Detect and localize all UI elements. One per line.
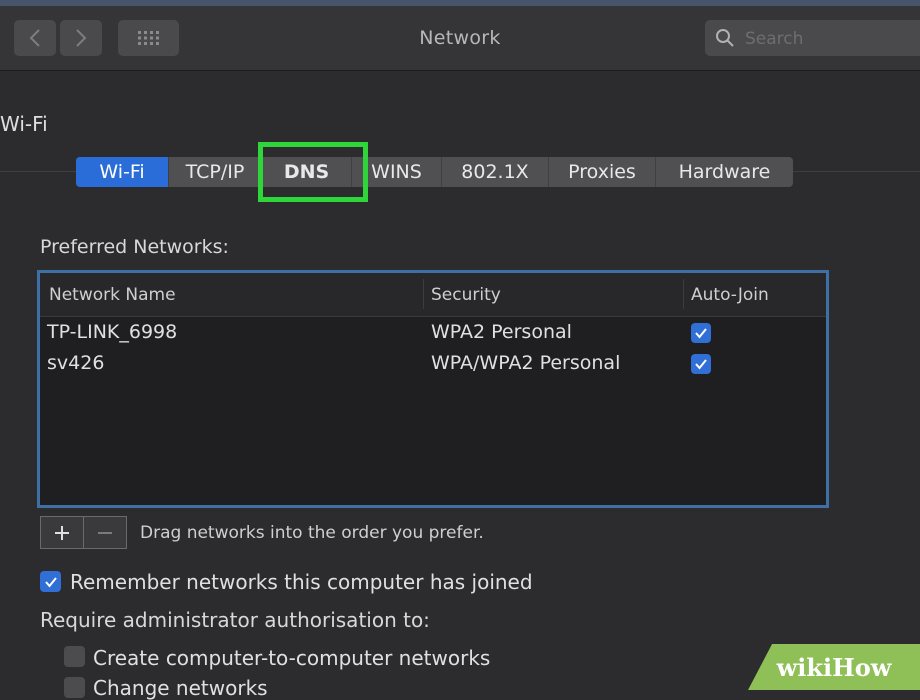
tab-hardware[interactable]: Hardware xyxy=(656,157,793,187)
table-row[interactable]: sv426 WPA/WPA2 Personal xyxy=(40,349,826,380)
require-admin-label: Require administrator authorisation to: xyxy=(40,608,430,632)
drag-hint-text: Drag networks into the order you prefer. xyxy=(140,523,484,543)
tab-wifi[interactable]: Wi-Fi xyxy=(76,157,169,187)
plus-icon xyxy=(54,525,69,540)
security-cell: WPA/WPA2 Personal xyxy=(431,352,621,374)
wikihow-watermark: wikiHow xyxy=(748,644,920,690)
search-field[interactable] xyxy=(705,20,920,56)
tab-tcpip[interactable]: TCP/IP xyxy=(169,157,262,187)
tab-bar: Wi-Fi TCP/IP DNS WINS 802.1X Proxies Har… xyxy=(76,157,793,187)
change-networks-checkbox[interactable] xyxy=(64,677,85,698)
title-bar: Network xyxy=(0,0,920,71)
checkmark-icon xyxy=(695,359,707,370)
remove-network-button[interactable] xyxy=(84,517,127,548)
table-row[interactable]: TP-LINK_6998 WPA2 Personal xyxy=(40,318,826,349)
column-header-security[interactable]: Security xyxy=(431,285,501,305)
preferred-networks-label: Preferred Networks: xyxy=(40,236,229,258)
search-icon xyxy=(716,29,734,47)
tab-dns[interactable]: DNS xyxy=(262,157,352,187)
change-networks-label: Change networks xyxy=(93,676,268,700)
checkmark-icon xyxy=(44,576,57,588)
search-input[interactable] xyxy=(743,24,917,54)
column-separator xyxy=(683,279,684,309)
table-header: Network Name Security Auto-Join xyxy=(40,273,826,317)
tab-proxies[interactable]: Proxies xyxy=(549,157,656,187)
column-separator xyxy=(423,279,424,309)
preferred-networks-table[interactable]: Network Name Security Auto-Join TP-LINK_… xyxy=(37,270,829,508)
auto-join-checkbox[interactable] xyxy=(691,323,711,343)
network-name-cell: TP-LINK_6998 xyxy=(47,321,178,343)
add-network-button[interactable] xyxy=(41,517,84,548)
remember-networks-checkbox[interactable] xyxy=(40,571,61,592)
column-header-network-name[interactable]: Network Name xyxy=(49,285,176,305)
auto-join-checkbox[interactable] xyxy=(691,354,711,374)
create-networks-label: Create computer-to-computer networks xyxy=(93,646,491,670)
remember-networks-label: Remember networks this computer has join… xyxy=(70,570,533,594)
checkmark-icon xyxy=(695,328,707,339)
security-cell: WPA2 Personal xyxy=(431,321,572,343)
section-label: Wi-Fi xyxy=(0,112,48,136)
tab-wins[interactable]: WINS xyxy=(352,157,442,187)
title-bar-accent-line xyxy=(0,0,920,6)
tab-8021x[interactable]: 802.1X xyxy=(442,157,549,187)
network-name-cell: sv426 xyxy=(47,352,105,374)
minus-icon xyxy=(97,531,112,534)
column-header-auto-join[interactable]: Auto-Join xyxy=(691,285,769,305)
add-remove-control xyxy=(40,516,127,549)
create-networks-checkbox[interactable] xyxy=(64,646,85,667)
